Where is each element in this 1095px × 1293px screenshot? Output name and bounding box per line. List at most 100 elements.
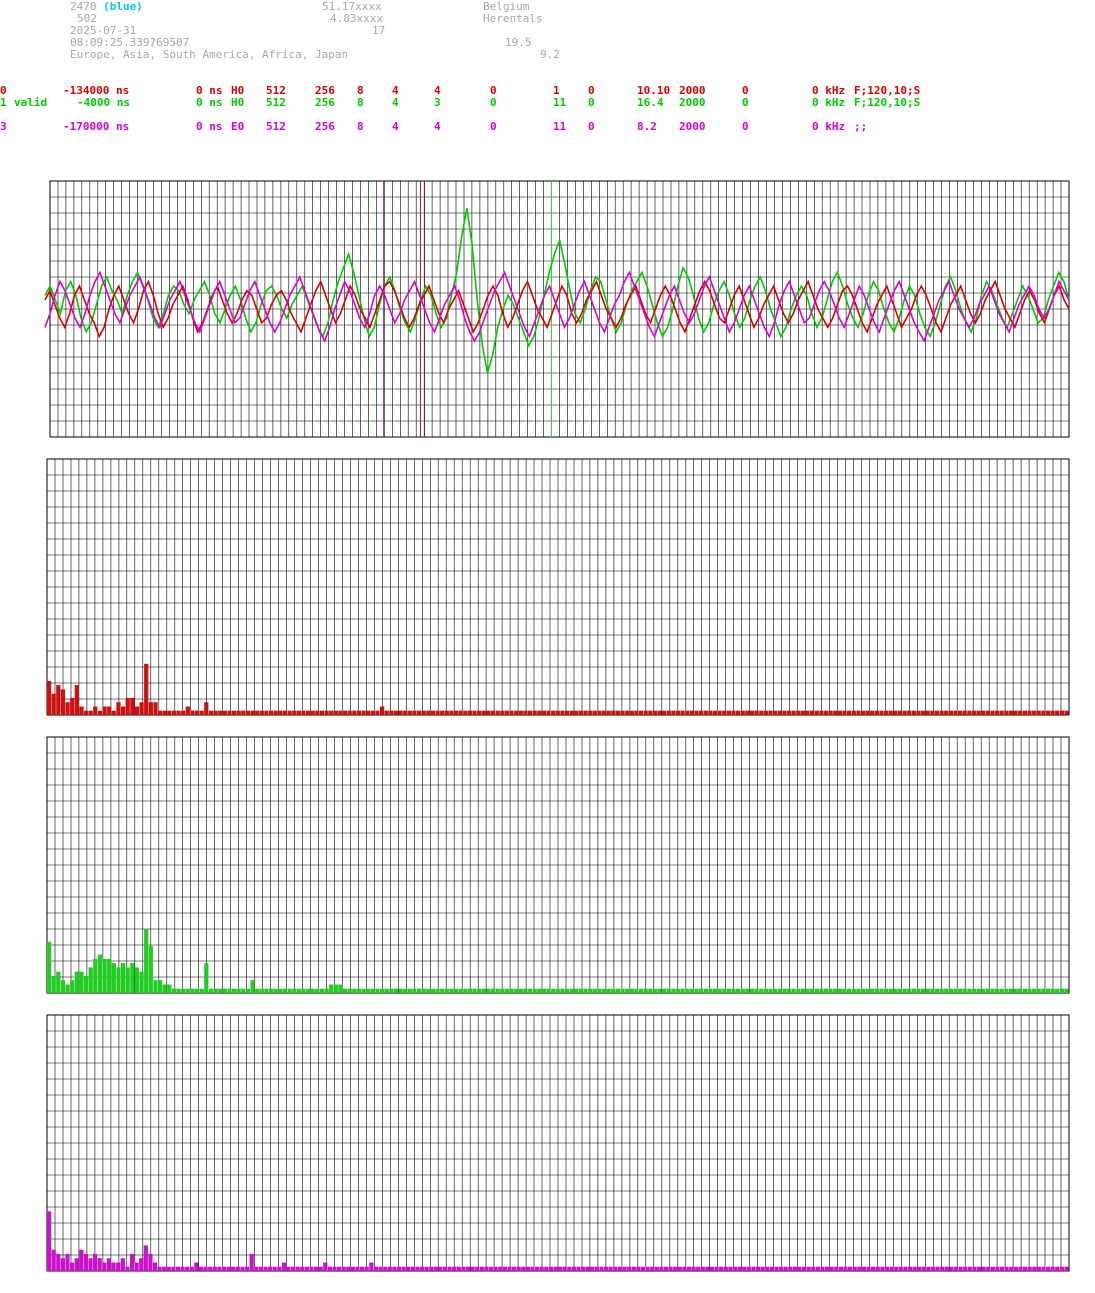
bar <box>144 929 149 993</box>
bar <box>663 1266 669 1271</box>
gridlines <box>46 1014 1070 1272</box>
bar <box>805 988 810 993</box>
bar <box>530 1266 535 1271</box>
bar <box>819 710 824 715</box>
bar <box>921 1266 926 1271</box>
bar <box>324 710 329 715</box>
bar <box>352 710 357 715</box>
bar <box>604 1266 609 1271</box>
bar <box>273 988 278 993</box>
bar <box>1036 988 1041 993</box>
bar <box>319 710 325 715</box>
bar <box>167 984 172 993</box>
bar <box>562 1266 567 1271</box>
bar <box>638 710 644 715</box>
bar <box>148 702 153 715</box>
bar <box>851 710 856 715</box>
bar <box>406 1266 411 1271</box>
bar <box>847 710 852 715</box>
bar <box>555 710 560 715</box>
bar <box>111 1262 116 1271</box>
bar <box>504 710 510 715</box>
bar <box>523 988 528 993</box>
bar <box>461 1266 466 1271</box>
bar <box>65 702 70 715</box>
bar <box>486 710 491 715</box>
bar <box>759 710 764 715</box>
bar <box>167 710 172 715</box>
bar <box>874 710 880 715</box>
bar <box>300 1266 305 1271</box>
bar <box>139 702 144 715</box>
bar <box>273 710 278 715</box>
bar <box>560 710 565 715</box>
bar <box>963 1266 968 1271</box>
bar <box>153 702 158 715</box>
bar <box>102 958 107 993</box>
bar <box>417 988 422 993</box>
bar <box>498 1266 503 1271</box>
bar <box>514 988 519 993</box>
bar <box>74 1258 79 1271</box>
bar <box>134 967 140 993</box>
bar <box>490 988 496 993</box>
bar <box>921 988 926 993</box>
bar <box>814 988 819 993</box>
bar <box>250 710 255 715</box>
bar <box>51 1249 56 1271</box>
bar <box>139 971 144 993</box>
bar <box>654 1266 659 1271</box>
bar <box>842 988 847 993</box>
bar <box>1036 710 1041 715</box>
bar <box>403 710 408 715</box>
bar <box>231 1266 236 1271</box>
bar <box>296 710 301 715</box>
bar <box>856 988 861 993</box>
bar <box>389 710 394 715</box>
bar <box>304 1266 309 1271</box>
bar <box>264 988 269 993</box>
bar <box>636 1266 641 1271</box>
bar <box>333 984 338 993</box>
bar <box>815 1266 820 1271</box>
bar <box>240 1266 245 1271</box>
bar <box>527 988 533 993</box>
bar <box>578 988 584 993</box>
bar <box>1050 710 1055 715</box>
bar <box>65 1253 70 1271</box>
bar <box>291 1266 296 1271</box>
bar <box>652 988 658 993</box>
bar <box>958 988 963 993</box>
bar <box>301 988 306 993</box>
bar <box>463 988 468 993</box>
bar <box>407 710 412 715</box>
bar <box>1064 1266 1069 1271</box>
bar <box>1032 988 1037 993</box>
bar <box>227 988 232 993</box>
bar <box>944 1266 949 1271</box>
bar <box>638 988 644 993</box>
bar <box>852 1266 857 1271</box>
bar <box>981 710 986 715</box>
bar <box>232 988 237 993</box>
bar <box>1004 988 1009 993</box>
bar <box>523 710 528 715</box>
bar <box>456 1266 461 1271</box>
bar <box>102 1262 107 1271</box>
bar <box>152 1262 158 1271</box>
bar <box>171 1266 176 1271</box>
bar <box>102 706 107 715</box>
bar <box>157 1266 162 1271</box>
bar <box>719 1266 724 1271</box>
bar <box>171 710 177 715</box>
bar <box>282 710 288 715</box>
bar <box>675 988 681 993</box>
bar <box>736 988 741 993</box>
bar <box>467 710 473 715</box>
bar <box>525 1266 530 1271</box>
bar <box>597 710 602 715</box>
bar <box>176 988 181 993</box>
bar <box>426 710 431 715</box>
bar <box>851 988 856 993</box>
bar <box>553 1266 558 1271</box>
